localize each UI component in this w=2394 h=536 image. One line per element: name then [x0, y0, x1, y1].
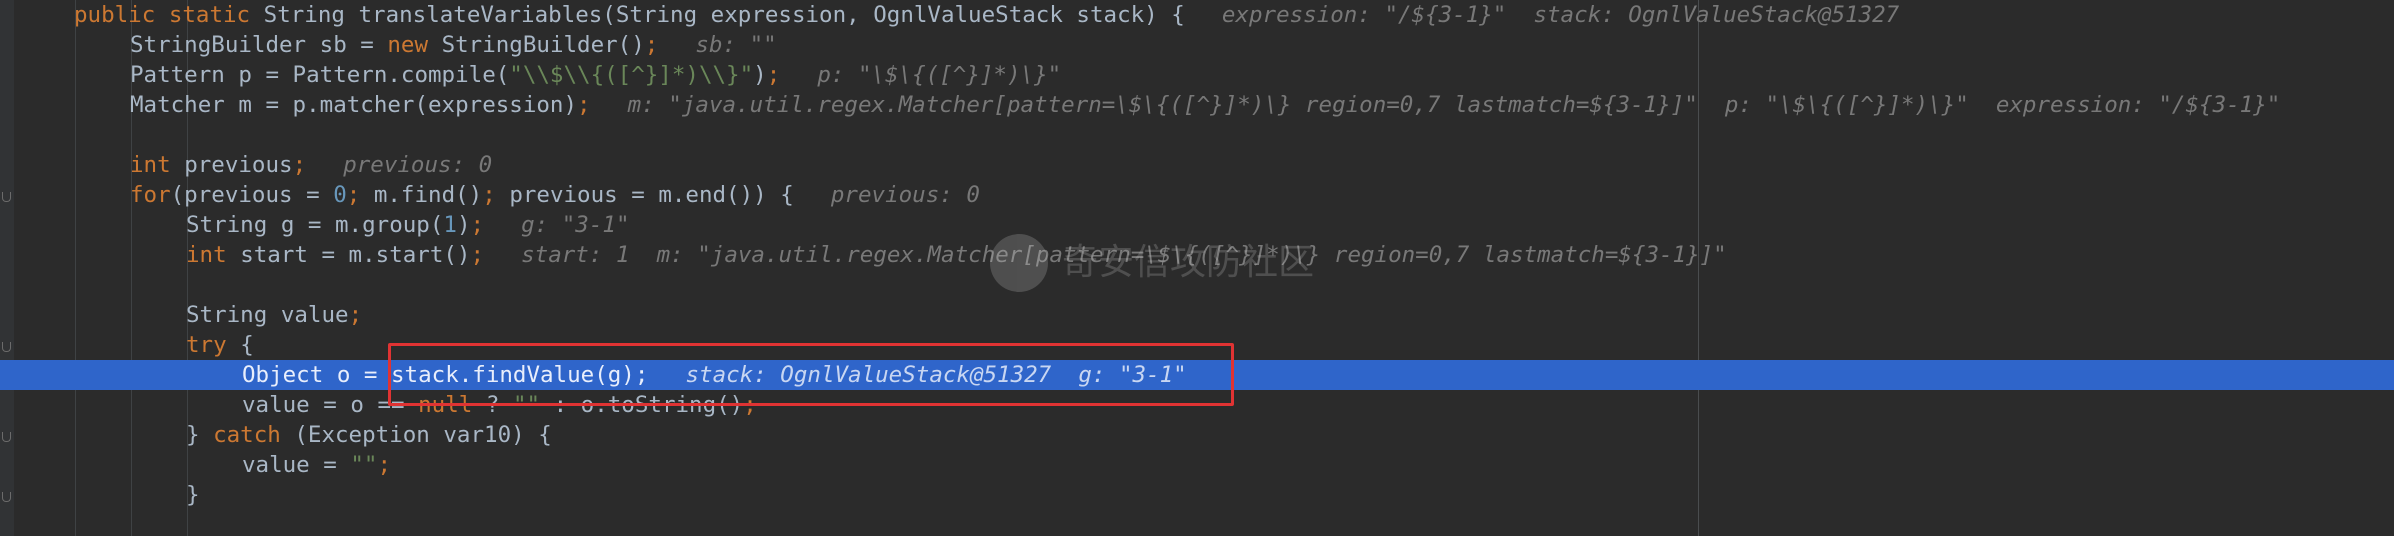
code-token: ; — [377, 452, 392, 478]
code-token: ; — [644, 32, 659, 58]
code-token: ) — [753, 62, 767, 88]
code-line[interactable]: int previous; previous: 0 — [0, 150, 2394, 180]
code-text: int previous; previous: 0 — [130, 150, 492, 180]
watermark-logo-icon — [990, 234, 1048, 292]
code-line[interactable]: Pattern p = Pattern.compile("\\$\\{([^}]… — [0, 60, 2394, 90]
code-text: int start = m.start(); start: 1 m: "java… — [186, 240, 1727, 270]
code-text: } catch (Exception var10) { — [186, 420, 552, 450]
code-line[interactable]: Matcher m = p.matcher(expression); m: "j… — [0, 90, 2394, 120]
code-token: ; — [292, 152, 307, 178]
annotation-highlight-box — [388, 343, 1234, 406]
code-text: value = ""; — [242, 450, 391, 480]
code-token: new — [387, 32, 442, 58]
debugger-inline-value: g: "3-1" — [494, 212, 630, 238]
code-line[interactable]: } catch (Exception var10) { — [0, 420, 2394, 450]
code-token: previous — [184, 152, 293, 178]
code-text: Matcher m = p.matcher(expression); m: "j… — [130, 90, 2280, 120]
watermark: 奇安信攻防社区 — [990, 228, 1410, 298]
debugger-inline-value: m: "java.util.regex.Matcher[pattern=\$\{… — [600, 92, 2281, 118]
code-token: (previous = — [170, 182, 334, 208]
code-text: for(previous = 0; m.find(); previous = m… — [130, 180, 980, 210]
code-token: 1 — [443, 212, 457, 238]
code-text: String value; — [186, 300, 362, 330]
code-token: Matcher m = p.matcher(expression) — [130, 92, 578, 118]
code-token: ; — [766, 62, 781, 88]
code-text: String g = m.group(1); g: "3-1" — [186, 210, 630, 240]
code-line[interactable]: String value; — [0, 300, 2394, 330]
code-token: Pattern p = Pattern.compile( — [130, 62, 510, 88]
code-token: try — [186, 332, 241, 358]
code-token: value = — [242, 452, 351, 478]
code-token: "\\$\\{([^}]*)\\}" — [509, 62, 754, 88]
code-line[interactable]: for(previous = 0; m.find(); previous = m… — [0, 180, 2394, 210]
code-token: } — [186, 482, 200, 508]
code-token: StringBuilder() — [441, 32, 645, 58]
code-token: (Exception var10) { — [294, 422, 552, 448]
code-token: } — [186, 422, 214, 448]
code-text: Pattern p = Pattern.compile("\\$\\{([^}]… — [130, 60, 1061, 90]
code-token: ; — [348, 302, 363, 328]
code-token: public static — [74, 2, 264, 28]
code-token: for — [130, 182, 171, 208]
code-line[interactable]: public static String translateVariables(… — [0, 0, 2394, 30]
code-line[interactable]: value = ""; — [0, 450, 2394, 480]
debugger-inline-value: p: "\$\{([^}]*)\}" — [790, 62, 1062, 88]
code-token: { — [240, 332, 254, 358]
code-text: public static String translateVariables(… — [74, 0, 1899, 30]
code-token: ; — [346, 182, 374, 208]
code-token: int — [186, 242, 241, 268]
code-token: catch — [213, 422, 295, 448]
code-line[interactable]: } — [0, 480, 2394, 510]
code-token: ; — [470, 242, 485, 268]
code-line[interactable] — [0, 120, 2394, 150]
code-line[interactable]: StringBuilder sb = new StringBuilder(); … — [0, 30, 2394, 60]
code-text: StringBuilder sb = new StringBuilder(); … — [130, 30, 777, 60]
code-token: m.find() — [373, 182, 483, 208]
code-token: previous = m.end()) { — [509, 182, 794, 208]
debugger-inline-value: previous: 0 — [316, 152, 493, 178]
code-token: String value — [186, 302, 349, 328]
code-token: int — [130, 152, 185, 178]
code-text: } — [186, 480, 200, 510]
code-token: "" — [350, 452, 378, 478]
code-token: 0 — [333, 182, 347, 208]
debugger-inline-value: sb: "" — [668, 32, 777, 58]
code-text: try { — [186, 330, 254, 360]
watermark-text: 奇安信攻防社区 — [1062, 242, 1315, 283]
code-token: ; — [470, 212, 485, 238]
code-token: StringBuilder sb = — [130, 32, 388, 58]
code-token: String g = m.group( — [186, 212, 444, 238]
code-token: String translateVariables(String express… — [263, 2, 1185, 28]
code-token: start = m.start() — [240, 242, 471, 268]
code-token: ; — [577, 92, 591, 118]
code-token: ) — [456, 212, 471, 238]
debugger-inline-value: expression: "/${3-1}" stack: OgnlValueSt… — [1194, 2, 1900, 28]
code-token: ; — [482, 182, 510, 208]
debugger-inline-value: previous: 0 — [803, 182, 980, 208]
